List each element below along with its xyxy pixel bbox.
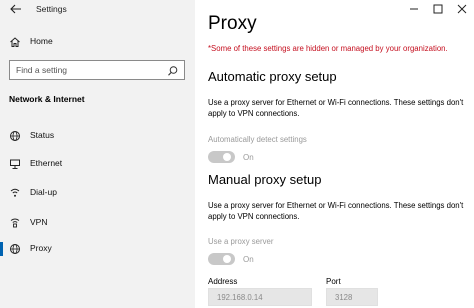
search-input[interactable]: Find a setting (9, 60, 185, 80)
sidebar-item-status[interactable]: Status (0, 125, 195, 149)
dialup-icon (9, 186, 21, 198)
use-proxy-label: Use a proxy server (208, 237, 274, 246)
sidebar-item-label: Dial-up (30, 187, 57, 197)
close-icon (457, 4, 467, 14)
search-icon[interactable] (167, 64, 179, 76)
maximize-button[interactable] (426, 0, 450, 18)
address-value: 192.168.0.14 (217, 293, 263, 302)
managed-warning: *Some of these settings are hidden or ma… (208, 44, 448, 53)
ethernet-icon (9, 157, 21, 169)
sidebar-item-home[interactable]: Home (0, 31, 195, 55)
sidebar-item-vpn[interactable]: VPN (0, 212, 195, 236)
automatic-proxy-description: Use a proxy server for Ethernet or Wi-Fi… (208, 98, 464, 118)
sidebar-item-proxy[interactable]: Proxy (0, 238, 195, 262)
use-proxy-state: On (243, 255, 254, 264)
vpn-icon (9, 216, 21, 228)
sidebar: Settings Home Find a setting Network & I… (0, 0, 195, 308)
detect-settings-state: On (243, 153, 254, 162)
detect-settings-toggle[interactable] (208, 151, 235, 163)
port-label: Port (326, 277, 341, 286)
home-icon (9, 35, 21, 47)
title-bar: Settings (0, 0, 195, 26)
manual-proxy-description: Use a proxy server for Ethernet or Wi-Fi… (208, 201, 464, 221)
globe-icon (9, 129, 21, 141)
detect-settings-label: Automatically detect settings (208, 135, 307, 144)
manual-proxy-heading: Manual proxy setup (208, 172, 322, 187)
sidebar-item-label: Ethernet (30, 158, 63, 168)
sidebar-item-label: VPN (30, 217, 48, 227)
close-button[interactable] (450, 0, 474, 18)
sidebar-item-label: Home (30, 36, 53, 46)
app-title: Settings (36, 4, 67, 14)
maximize-icon (433, 4, 443, 14)
search-placeholder: Find a setting (16, 65, 68, 75)
page-title: Proxy (208, 13, 257, 34)
use-proxy-toggle[interactable] (208, 253, 235, 265)
toggle-knob (223, 153, 231, 161)
section-heading: Network & Internet (9, 94, 85, 104)
port-field[interactable]: 3128 (326, 288, 378, 306)
address-label: Address (208, 277, 238, 286)
minimize-icon (410, 8, 418, 10)
minimize-button[interactable] (402, 0, 426, 18)
back-arrow-icon[interactable] (9, 2, 23, 16)
toggle-knob (223, 255, 231, 263)
automatic-proxy-heading: Automatic proxy setup (208, 69, 337, 84)
proxy-icon (9, 242, 21, 254)
sidebar-item-dialup[interactable]: Dial-up (0, 182, 195, 206)
sidebar-item-label: Proxy (30, 243, 52, 253)
port-value: 3128 (335, 293, 353, 302)
address-field[interactable]: 192.168.0.14 (208, 288, 312, 306)
sidebar-item-label: Status (30, 130, 55, 140)
sidebar-item-ethernet[interactable]: Ethernet (0, 153, 195, 177)
